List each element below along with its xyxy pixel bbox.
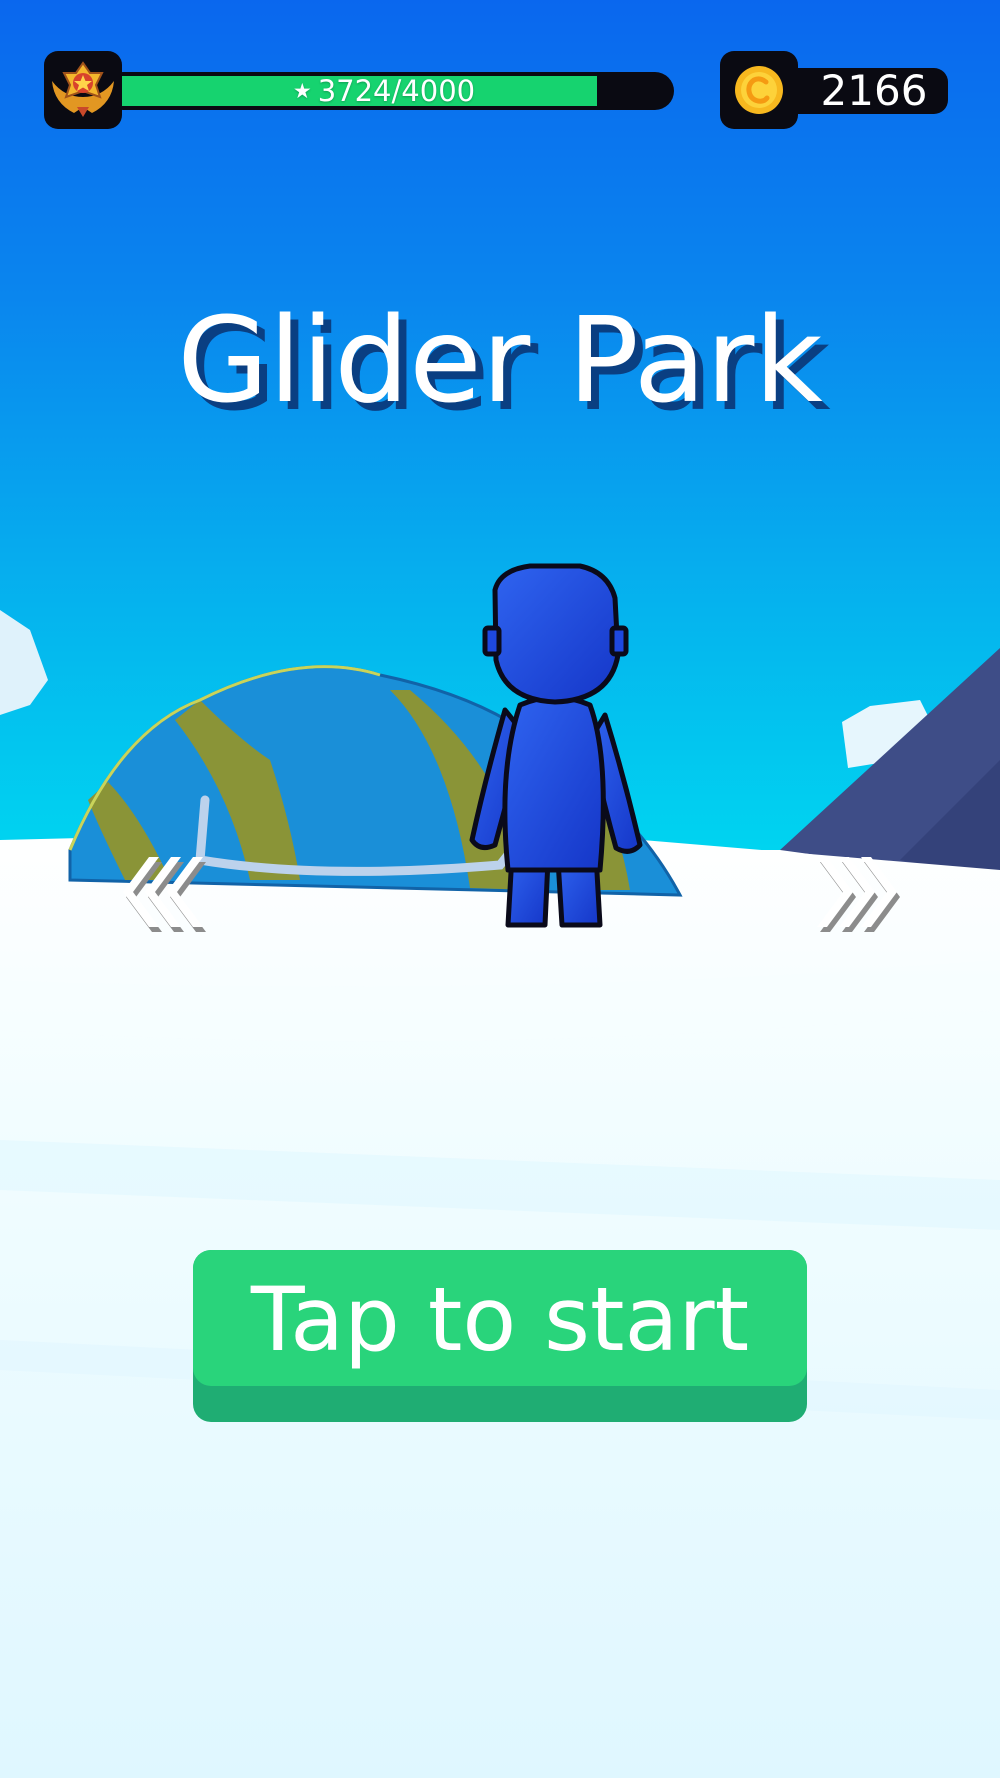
xp-separator: / <box>391 74 402 108</box>
coin-count: 2166 <box>820 66 928 115</box>
xp-current: 3724 <box>317 74 392 108</box>
rank-medal-icon <box>52 61 114 117</box>
chevron-right-icon <box>817 857 900 932</box>
coin-icon <box>735 66 783 114</box>
start-button-label: Tap to start <box>250 1268 750 1371</box>
xp-max: 4000 <box>401 74 476 108</box>
rank-badge[interactable] <box>44 51 122 129</box>
coin-counter: 2166 <box>720 51 948 129</box>
star-icon: ★ <box>292 79 312 103</box>
coin-box <box>720 51 798 129</box>
xp-text: ★ 3724/4000 <box>164 71 604 111</box>
game-screen[interactable]: ★ 3724/4000 2166 Glider Park Tap to star… <box>0 0 1000 1778</box>
prev-character-button[interactable] <box>115 845 215 945</box>
chevron-left-icon <box>123 857 206 932</box>
level-title: Glider Park <box>177 291 823 429</box>
next-character-button[interactable] <box>805 845 905 945</box>
xp-progress: ★ 3724/4000 <box>44 51 674 129</box>
start-button-face: Tap to start <box>193 1250 807 1386</box>
tap-to-start-button[interactable]: Tap to start <box>193 1250 807 1422</box>
